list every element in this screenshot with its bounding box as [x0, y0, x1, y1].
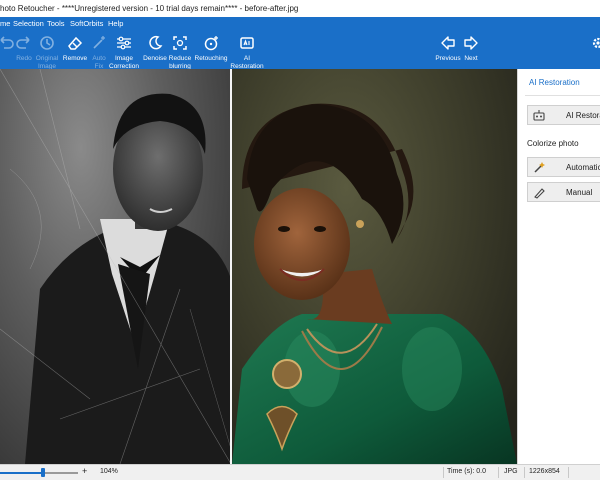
- ai-icon: [240, 37, 254, 49]
- status-divider: [524, 467, 525, 478]
- magic-wand-icon: [534, 162, 545, 173]
- ai-restoration-panel-button[interactable]: AI Restoration: [527, 105, 600, 125]
- menu-home[interactable]: me: [0, 19, 10, 28]
- time-readout: Time (s): 0.0: [447, 468, 487, 475]
- menu-selection[interactable]: Selection: [13, 19, 44, 28]
- settings-button[interactable]: [578, 30, 600, 69]
- after-image: [232, 69, 517, 464]
- arrow-right-icon: [464, 36, 478, 50]
- zoom-level: 104%: [100, 468, 118, 475]
- menu-help[interactable]: Help: [108, 19, 123, 28]
- colorize-label: Colorize photo: [527, 139, 579, 148]
- status-divider: [443, 467, 444, 478]
- panel-header: AI Restoration: [529, 78, 580, 87]
- menu-softorbits[interactable]: SoftOrbits: [70, 19, 103, 28]
- next-button[interactable]: Next: [451, 30, 491, 69]
- zoom-slider-fill: [0, 472, 43, 474]
- sliders-icon: [117, 36, 131, 50]
- zoom-slider[interactable]: [0, 472, 78, 474]
- file-format: JPG: [504, 468, 518, 475]
- image-dimensions: 1226x854: [529, 468, 560, 475]
- status-bar: + 104% Time (s): 0.0 JPG 1226x854: [0, 464, 600, 480]
- status-divider: [568, 467, 569, 478]
- toolbar: Redo Original Image Remove Auto Fix Imag…: [0, 30, 600, 70]
- window-title: hoto Retoucher - ****Unregistered versio…: [0, 4, 299, 13]
- zoom-slider-thumb[interactable]: [40, 468, 45, 477]
- focus-icon: [173, 36, 187, 50]
- automatic-button[interactable]: Automatic: [527, 157, 600, 177]
- before-after-divider[interactable]: [230, 69, 232, 464]
- gear-icon: [592, 37, 600, 49]
- right-panel: AI Restoration AI Restoration Colorize p…: [517, 69, 600, 464]
- magic-icon: [204, 36, 218, 51]
- menu-tools[interactable]: Tools: [47, 19, 65, 28]
- robot-icon: [533, 110, 545, 121]
- zoom-in-icon[interactable]: +: [82, 466, 87, 476]
- retouching-button[interactable]: Retouching: [191, 30, 231, 69]
- ai-restoration-button[interactable]: AI Restoration: [227, 30, 267, 70]
- menu-bar: me Selection Tools SoftOrbits Help: [0, 17, 600, 30]
- status-divider: [498, 467, 499, 478]
- manual-button[interactable]: Manual: [527, 182, 600, 202]
- panel-separator: [525, 95, 600, 96]
- before-image: [0, 69, 231, 464]
- image-canvas[interactable]: [0, 69, 517, 464]
- brush-icon: [534, 188, 545, 199]
- title-bar: hoto Retoucher - ****Unregistered versio…: [0, 0, 600, 17]
